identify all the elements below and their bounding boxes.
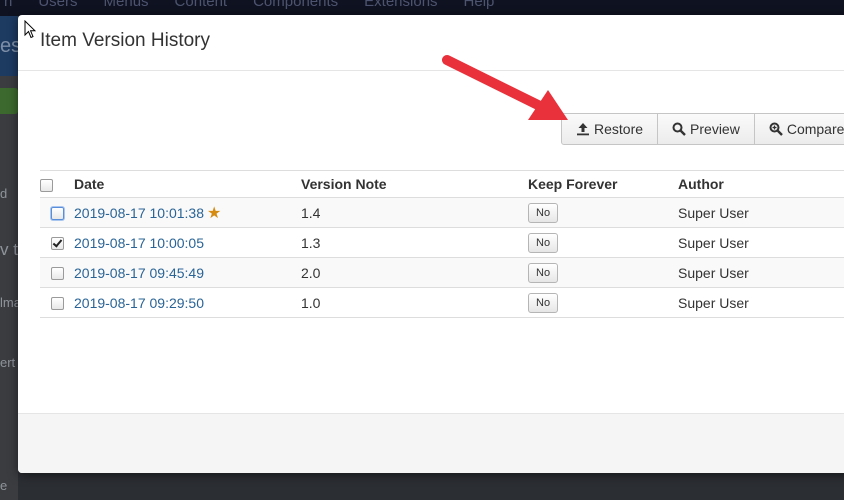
background-text: e <box>0 478 8 493</box>
version-author: Super User <box>678 197 844 228</box>
column-header-version-note[interactable]: Version Note <box>301 170 528 198</box>
preview-label: Preview <box>690 121 740 137</box>
upload-icon <box>577 123 589 136</box>
background-menubar: n Users Menus Content Components Extensi… <box>0 0 844 16</box>
compare-button[interactable]: Compare <box>755 114 844 144</box>
keep-forever-toggle[interactable]: No <box>528 202 559 223</box>
zoom-in-icon <box>769 122 783 136</box>
table-row[interactable]: 2019-08-17 09:45:49 2.0 No Super User <box>40 257 844 288</box>
version-table: Date Version Note Keep Forever Author 20… <box>40 170 844 318</box>
row-checkbox[interactable] <box>50 207 64 221</box>
background-header: es <box>0 16 18 76</box>
table-row[interactable]: 2019-08-17 09:29:50 1.0 No Super User <box>40 287 844 318</box>
select-all-checkbox[interactable] <box>40 178 53 192</box>
restore-button[interactable]: Restore <box>562 114 659 144</box>
background-save-button <box>0 88 18 114</box>
menu-item-menus: Menus <box>103 0 149 10</box>
preview-button[interactable]: Preview <box>658 114 755 144</box>
version-history-modal: Item Version History Restore Preview Com… <box>18 15 844 473</box>
table-header-row: Date Version Note Keep Forever Author <box>40 170 844 198</box>
restore-label: Restore <box>594 121 644 137</box>
background-page <box>0 76 18 500</box>
background-text: d <box>0 186 8 201</box>
version-note: 1.0 <box>301 287 528 318</box>
compare-label: Compare <box>786 121 844 137</box>
menu-item-extensions: Extensions <box>364 0 438 10</box>
menu-item-users: Users <box>38 0 78 10</box>
version-date-link[interactable]: 2019-08-17 09:45:49 <box>74 265 204 281</box>
row-checkbox[interactable] <box>50 267 64 281</box>
version-author: Super User <box>678 257 844 288</box>
row-checkbox[interactable] <box>50 297 64 311</box>
table-row[interactable]: 2019-08-17 10:00:05 1.3 No Super User <box>40 227 844 258</box>
column-header-author[interactable]: Author <box>678 170 844 198</box>
version-date-link[interactable]: 2019-08-17 10:01:38 <box>74 205 204 221</box>
version-note: 2.0 <box>301 257 528 288</box>
version-toolbar: Restore Preview Compare <box>561 113 844 145</box>
menu-item-content: Content <box>174 0 228 10</box>
version-note: 1.4 <box>301 197 528 228</box>
table-row[interactable]: 2019-08-17 10:01:38 ★ 1.4 No Super User <box>40 197 844 228</box>
column-header-date[interactable]: Date <box>74 170 301 198</box>
version-date-link[interactable]: 2019-08-17 09:29:50 <box>74 295 204 311</box>
version-note: 1.3 <box>301 227 528 258</box>
column-header-keep-forever[interactable]: Keep Forever <box>528 170 678 198</box>
modal-title: Item Version History <box>40 30 210 51</box>
keep-forever-toggle[interactable]: No <box>528 232 559 253</box>
mouse-cursor-icon <box>24 20 36 39</box>
version-author: Super User <box>678 287 844 318</box>
menu-item-components: Components <box>253 0 339 10</box>
version-author: Super User <box>678 227 844 258</box>
row-checkbox[interactable] <box>50 237 64 251</box>
menu-item-help: Help <box>463 0 495 10</box>
modal-footer <box>18 413 844 473</box>
star-icon: ★ <box>207 204 222 222</box>
keep-forever-toggle[interactable]: No <box>528 292 559 313</box>
search-icon <box>672 122 686 136</box>
keep-forever-toggle[interactable]: No <box>528 262 559 283</box>
modal-header: Item Version History <box>18 15 844 71</box>
background-text: ert <box>0 355 16 370</box>
version-date-link[interactable]: 2019-08-17 10:00:05 <box>74 235 204 251</box>
menu-item: n <box>4 0 13 10</box>
